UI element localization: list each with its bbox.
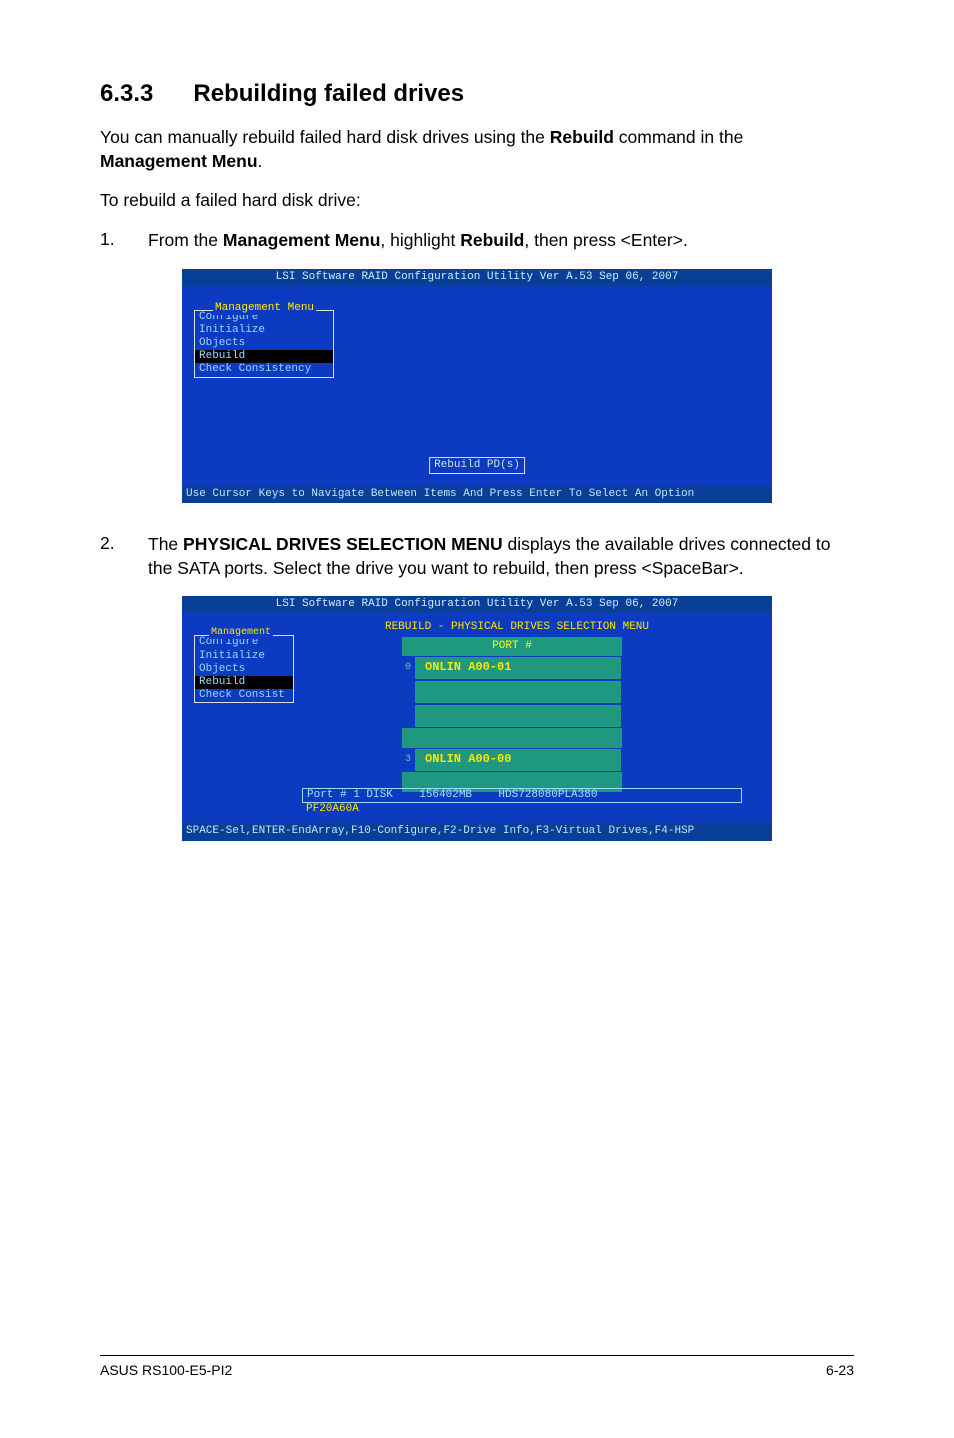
section-heading: 6.3.3 Rebuilding failed drives <box>100 80 854 108</box>
management-menu-box: Management Configure Initialize Objects … <box>194 635 294 703</box>
text-bold: Rebuild <box>460 230 524 250</box>
text: The <box>148 534 183 554</box>
text: , highlight <box>380 230 460 250</box>
text-bold: Management Menu <box>223 230 381 250</box>
drive-label: ONLIN A00-00 <box>414 748 622 772</box>
text-bold: Rebuild <box>550 127 614 147</box>
terminal-screenshot-2: LSI Software RAID Configuration Utility … <box>182 596 772 840</box>
terminal-title: LSI Software RAID Configuration Utility … <box>182 269 772 286</box>
intro-paragraph-1: You can manually rebuild failed hard dis… <box>100 126 854 173</box>
text: . <box>258 151 263 171</box>
drive-label <box>414 680 622 704</box>
drive-row: 3 ONLIN A00-00 <box>402 748 622 772</box>
text: command in the <box>614 127 743 147</box>
footer-right: 6-23 <box>826 1362 854 1378</box>
menu-item-check-consistency: Check Consistency <box>195 363 333 376</box>
page-footer: ASUS RS100-E5-PI2 6-23 <box>100 1355 854 1378</box>
drive-row: 0 ONLIN A00-01 <box>402 656 622 680</box>
terminal-body: Management Configure Initialize Objects … <box>182 613 772 823</box>
management-menu-title: Management Menu <box>213 302 316 315</box>
terminal-body: Management Menu Configure Initialize Obj… <box>182 286 772 486</box>
text: You can manually rebuild failed hard dis… <box>100 127 550 147</box>
drive-label: ONLIN A00-01 <box>414 656 622 680</box>
drive-row <box>402 704 622 728</box>
footer-left: ASUS RS100-E5-PI2 <box>100 1362 232 1378</box>
management-menu-title: Management <box>209 627 273 639</box>
menu-item-check-consist: Check Consist <box>195 689 293 702</box>
disk-info: Port # 1 DISK 156402MB HDS728080PLA380 P… <box>302 788 742 816</box>
terminal-title: LSI Software RAID Configuration Utility … <box>182 596 772 613</box>
menu-item-rebuild: Rebuild <box>195 350 333 363</box>
step-2: 2. The PHYSICAL DRIVES SELECTION MENU di… <box>100 533 854 580</box>
drive-selection-table: PORT # 0 ONLIN A00-01 3 ONLIN A00-00 <box>402 637 622 792</box>
step-1: 1. From the Management Menu, highlight R… <box>100 229 854 253</box>
drive-index: 0 <box>402 656 414 680</box>
section-number: 6.3.3 <box>100 80 153 108</box>
text-bold: Management Menu <box>100 151 258 171</box>
menu-item-initialize: Initialize <box>195 324 333 337</box>
step-number: 1. <box>100 229 148 253</box>
disk-info-line-2: PF20A60A <box>302 803 742 816</box>
step-number: 2. <box>100 533 148 580</box>
text-bold: PHYSICAL DRIVES SELECTION MENU <box>183 534 503 554</box>
drive-index: 3 <box>402 748 414 772</box>
terminal-footer: SPACE-Sel,ENTER-EndArray,F10-Configure,F… <box>182 823 772 840</box>
port-header: PORT # <box>402 637 622 655</box>
intro-paragraph-2: To rebuild a failed hard disk drive: <box>100 189 854 213</box>
step-body: The PHYSICAL DRIVES SELECTION MENU displ… <box>148 533 854 580</box>
text: , then press <Enter>. <box>524 230 687 250</box>
terminal-screenshot-1: LSI Software RAID Configuration Utility … <box>182 269 772 503</box>
management-menu-box: Management Menu Configure Initialize Obj… <box>194 310 334 378</box>
menu-item-rebuild: Rebuild <box>195 676 293 689</box>
disk-info-line-1: Port # 1 DISK 156402MB HDS728080PLA380 <box>302 788 742 803</box>
terminal-footer: Use Cursor Keys to Navigate Between Item… <box>182 486 772 503</box>
step-body: From the Management Menu, highlight Rebu… <box>148 229 854 253</box>
section-title: Rebuilding failed drives <box>193 80 464 107</box>
rebuild-pd-box: Rebuild PD(s) <box>429 457 525 474</box>
rebuild-frame-title: REBUILD - PHYSICAL DRIVES SELECTION MENU <box>332 621 702 634</box>
drive-row <box>402 680 622 704</box>
menu-item-objects: Objects <box>195 337 333 350</box>
text: From the <box>148 230 223 250</box>
menu-item-objects: Objects <box>195 663 293 676</box>
drive-index <box>402 704 414 728</box>
drive-index <box>402 680 414 704</box>
menu-item-initialize: Initialize <box>195 650 293 663</box>
drive-label <box>414 704 622 728</box>
